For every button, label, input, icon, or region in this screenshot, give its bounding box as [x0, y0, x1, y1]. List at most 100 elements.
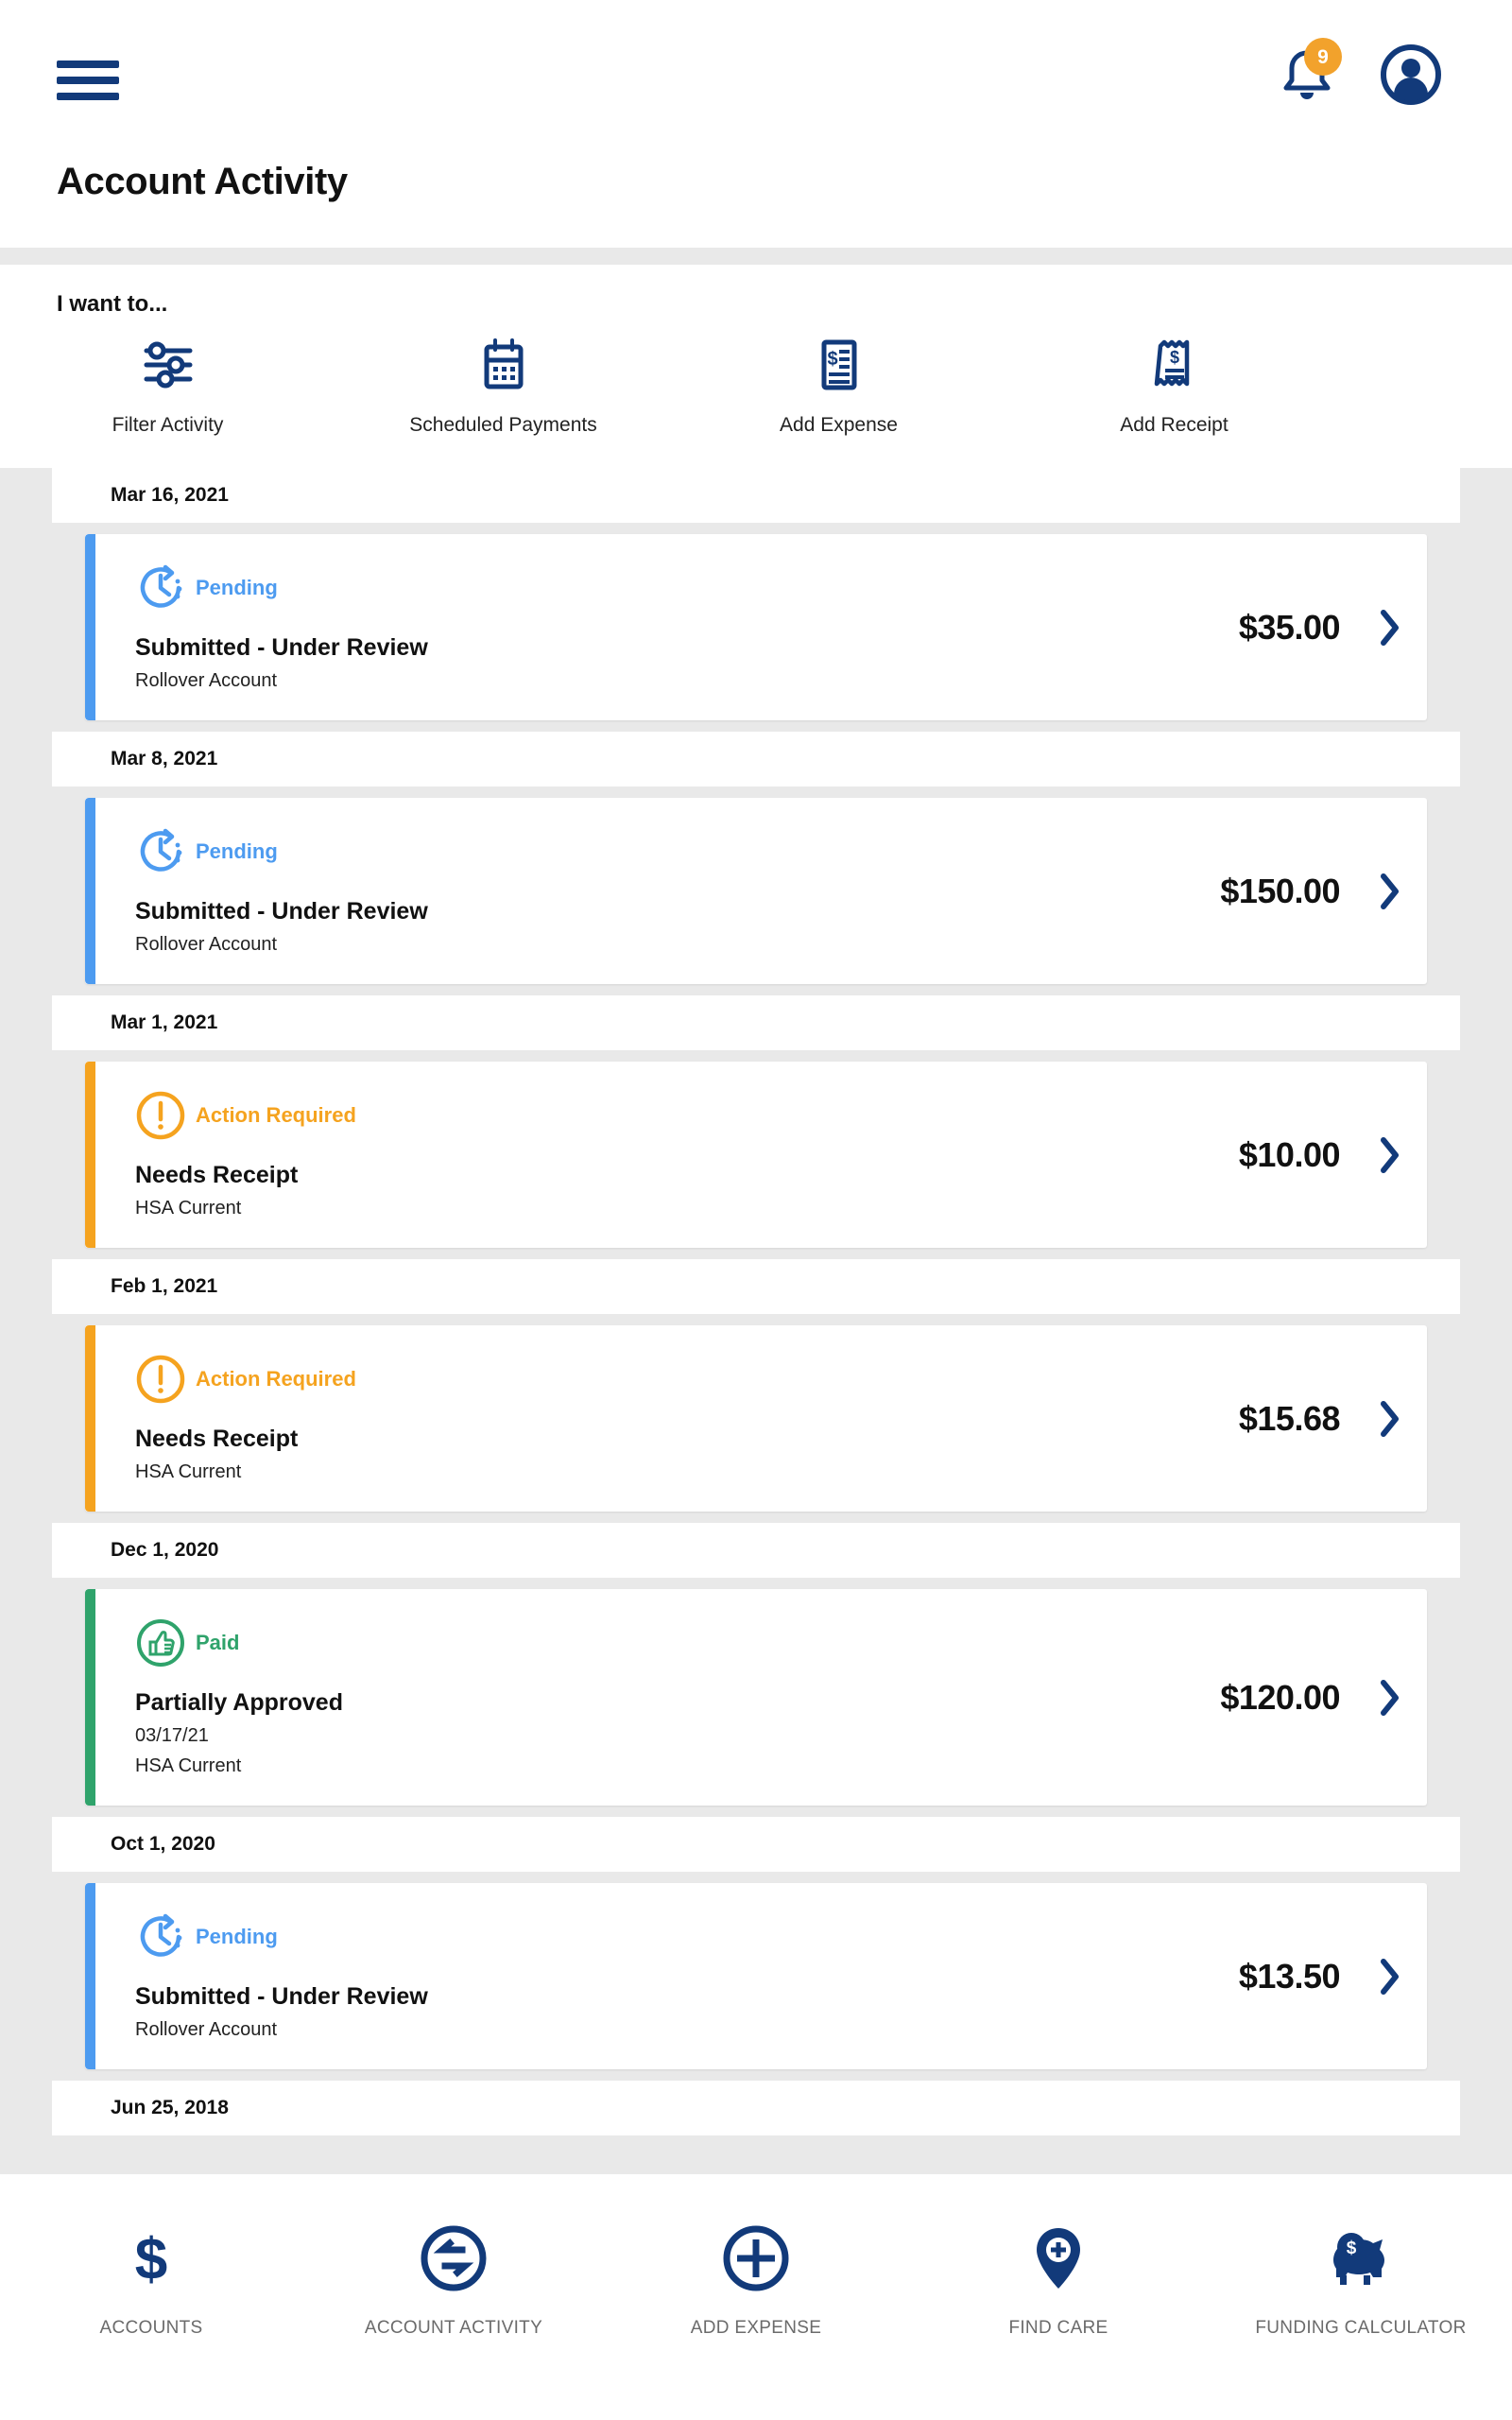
nav-item-add-expense[interactable]: ADD EXPENSE: [605, 2220, 907, 2339]
chevron-right-icon: [1381, 1679, 1399, 1716]
activity-chevron[interactable]: [1378, 1956, 1402, 1997]
quick-action-filter-activity[interactable]: Filter Activity: [0, 331, 335, 437]
status-badge: Action Required: [196, 1367, 356, 1391]
nav-label: ADD EXPENSE: [690, 2318, 822, 2338]
activity-card-body: Pending Submitted - Under Review Rollover …: [95, 534, 1427, 720]
quick-actions-label: I want to...: [57, 291, 168, 317]
hamburger-bar: [57, 60, 119, 68]
activity-amount: $120.00: [1220, 1677, 1340, 1717]
activity-card[interactable]: Pending Submitted - Under Review Rollover …: [85, 1883, 1427, 2069]
activity-chevron[interactable]: [1378, 1677, 1402, 1719]
calendar-icon: [474, 331, 533, 399]
exclamation-circle-icon: [136, 1355, 185, 1404]
activity-list: Mar 16, 2021 Pending Submitted - Under Rev…: [0, 468, 1512, 2147]
activity-chevron[interactable]: [1378, 1134, 1402, 1176]
activity-chevron[interactable]: [1378, 1398, 1402, 1440]
activity-chevron[interactable]: [1378, 607, 1402, 648]
clock-pending-icon: [140, 1913, 182, 1957]
activity-card-right: $13.50: [1239, 1883, 1427, 2069]
date-header: Oct 1, 2020: [52, 1817, 1460, 1872]
activity-title: Submitted - Under Review: [135, 634, 428, 661]
date-header: Mar 1, 2021: [52, 995, 1460, 1050]
quick-action-label: Add Expense: [780, 414, 898, 436]
activity-card-body: Action Required Needs Receipt HSA Current $…: [95, 1062, 1427, 1248]
date-header-label: Mar 16, 2021: [111, 484, 229, 506]
quick-action-add-expense[interactable]: $ Add Expense: [671, 331, 1006, 437]
transfer-arrows-circle-icon: [418, 2220, 490, 2297]
activity-card-right: $35.00: [1239, 534, 1427, 720]
activity-card-right: $15.68: [1239, 1325, 1427, 1512]
top-bar: 9 Account Activity: [0, 0, 1512, 248]
activity-card[interactable]: Pending Submitted - Under Review Rollover …: [85, 534, 1427, 720]
date-header-label: Dec 1, 2020: [111, 1539, 219, 1561]
chevron-right-icon: [1381, 873, 1399, 909]
activity-title: Needs Receipt: [135, 1426, 299, 1452]
activity-chevron[interactable]: [1378, 871, 1402, 912]
status-icon: [135, 826, 186, 877]
activity-subtitle: Rollover Account: [135, 2019, 278, 2040]
nav-item-account-activity[interactable]: ACCOUNT ACTIVITY: [302, 2220, 605, 2339]
status-badge: Pending: [196, 839, 278, 863]
nav-label: ACCOUNTS: [99, 2318, 203, 2338]
status-accent-bar: [85, 1883, 95, 2069]
svg-text:$: $: [1347, 2238, 1357, 2258]
date-header: Mar 8, 2021: [52, 732, 1460, 786]
nav-item-accounts[interactable]: $ ACCOUNTS: [0, 2220, 302, 2339]
status-accent-bar: [85, 534, 95, 720]
activity-card-body: Pending Submitted - Under Review Rollover …: [95, 798, 1427, 984]
activity-card[interactable]: Pending Submitted - Under Review Rollover …: [85, 798, 1427, 984]
status-badge: Pending: [196, 576, 278, 599]
status-icon: [135, 1617, 186, 1668]
activity-card[interactable]: Action Required Needs Receipt HSA Current $…: [85, 1325, 1427, 1512]
thumbs-up-circle-icon: [137, 1619, 184, 1667]
exclamation-circle-icon: [136, 1091, 185, 1140]
nav-label: ACCOUNT ACTIVITY: [364, 2318, 543, 2338]
status-accent-bar: [85, 1589, 95, 1806]
notification-badge: 9: [1304, 38, 1342, 76]
chevron-right-icon: [1381, 1136, 1399, 1173]
hamburger-bar: [57, 77, 119, 84]
quick-action-add-receipt[interactable]: $ Add Receipt: [1006, 331, 1342, 437]
clock-pending-icon: [140, 564, 182, 608]
activity-card[interactable]: Action Required Needs Receipt HSA Current $…: [85, 1062, 1427, 1248]
quick-action-scheduled-payments[interactable]: Scheduled Payments: [335, 331, 671, 437]
hamburger-menu-icon[interactable]: [57, 60, 119, 100]
nav-item-find-care[interactable]: FIND CARE: [907, 2220, 1210, 2339]
status-row: Action Required: [135, 1354, 1427, 1405]
activity-subtitle: HSA Current: [135, 1461, 242, 1482]
piggy-bank-icon: $: [1322, 2220, 1400, 2297]
status-row: Pending: [135, 1911, 1427, 1962]
activity-card[interactable]: Paid Partially Approved 03/17/21 HSA Curren…: [85, 1589, 1427, 1806]
status-accent-bar: [85, 798, 95, 984]
section-divider: [0, 248, 1512, 265]
date-header-label: Feb 1, 2021: [111, 1275, 218, 1297]
quick-action-label: Scheduled Payments: [409, 414, 597, 436]
dollar-sign-icon: $: [115, 2220, 187, 2297]
activity-card-right: $120.00: [1220, 1589, 1427, 1806]
activity-amount: $10.00: [1238, 1134, 1341, 1174]
activity-subtitle: Rollover Account: [135, 670, 278, 691]
status-accent-bar: [85, 1062, 95, 1248]
date-header: Mar 16, 2021: [52, 468, 1460, 523]
activity-card-right: $10.00: [1239, 1062, 1427, 1248]
nav-item-funding-calculator[interactable]: $ FUNDING CALCULATOR: [1210, 2220, 1512, 2339]
date-header-label: Mar 1, 2021: [111, 1011, 218, 1033]
date-header-label: Mar 8, 2021: [111, 748, 218, 769]
activity-card-right: $150.00: [1220, 798, 1427, 984]
quick-action-label: Filter Activity: [112, 414, 224, 436]
hamburger-bar: [57, 93, 119, 100]
receipt-dollar-icon: $: [1145, 331, 1204, 399]
activity-title: Submitted - Under Review: [135, 1983, 428, 2010]
profile-button[interactable]: [1380, 43, 1442, 106]
plus-circle-icon: [720, 2220, 792, 2297]
notifications-button[interactable]: 9: [1278, 38, 1342, 104]
status-icon: [135, 1354, 186, 1405]
